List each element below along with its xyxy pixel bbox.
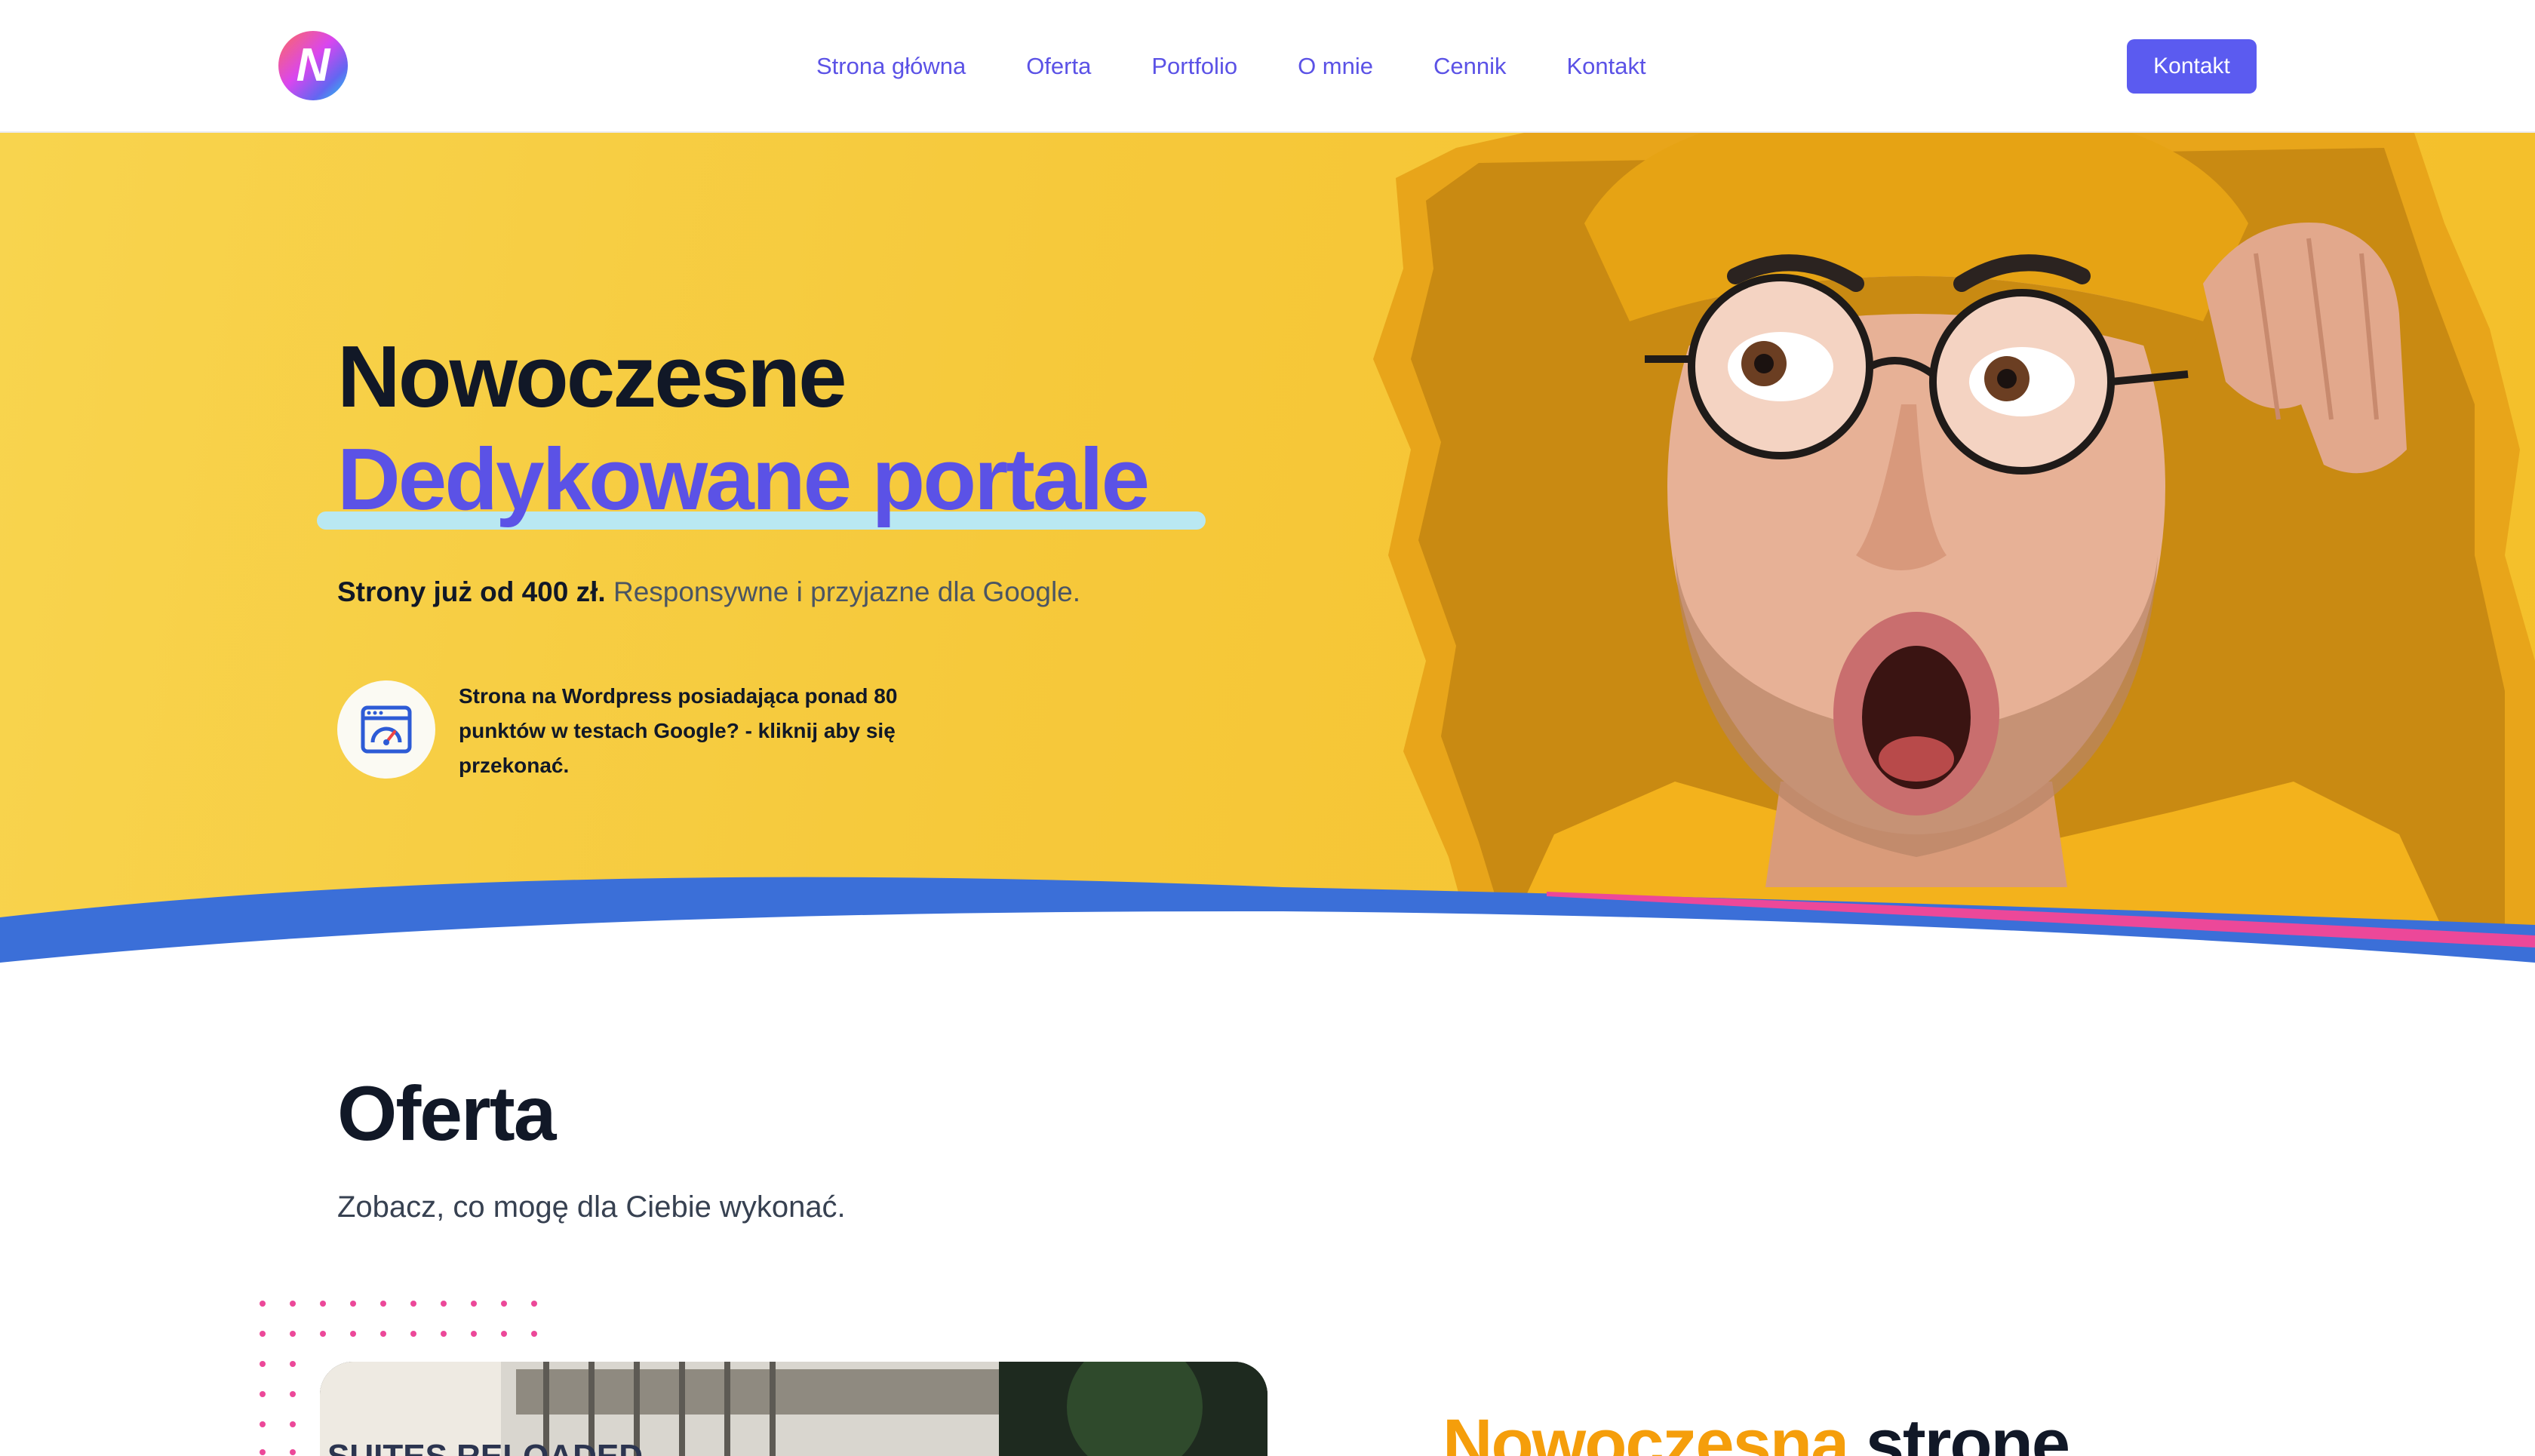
hero-title-line2: Dedykowane portale (337, 430, 1150, 528)
hero-subtitle-description: Responsywne i przyjazne dla Google. (613, 576, 1081, 607)
offer-title: Oferta (337, 1070, 556, 1157)
logo[interactable]: N (278, 31, 348, 100)
hero-wave-divider (0, 877, 2535, 970)
hero-subtitle: Strony już od 400 zł. Responsywne i przy… (337, 576, 1080, 608)
offer-photo-text: SUITES RELOADED (327, 1438, 643, 1456)
hero-section: Nowoczesne Dedykowane portale Strony już… (0, 133, 2535, 966)
nav-link-contact[interactable]: Kontakt (1567, 53, 1646, 80)
nav-link-portfolio[interactable]: Portfolio (1151, 53, 1237, 80)
hero-photo-surprised-man (1373, 133, 2535, 966)
hero-subtitle-price: Strony już od 400 zł. (337, 576, 606, 607)
site-header: N Strona główna Oferta Portfolio O mnie … (0, 0, 2535, 133)
nav-link-pricing[interactable]: Cennik (1433, 53, 1507, 80)
contact-button[interactable]: Kontakt (2127, 39, 2257, 94)
logo-letter: N (296, 39, 330, 91)
speed-badge-text[interactable]: Strona na Wordpress posiadająca ponad 80… (459, 679, 942, 783)
offer-heading-rest: strone (1865, 1405, 2070, 1456)
offer-photo: SUITES RELOADED (320, 1362, 1268, 1456)
offer-subtitle: Zobacz, co mogę dla Ciebie wykonać. (337, 1190, 846, 1224)
hero-title-line1: Nowoczesne (337, 327, 847, 425)
speed-gauge-browser-icon (361, 705, 412, 754)
offer-heading-accent: Nowoczesna (1443, 1405, 1849, 1456)
offer-service-heading: Nowoczesna strone (1443, 1405, 2070, 1456)
nav-link-home[interactable]: Strona główna (816, 53, 966, 80)
speed-badge[interactable] (337, 680, 435, 779)
nav-link-about[interactable]: O mnie (1298, 53, 1373, 80)
main-nav: Strona główna Oferta Portfolio O mnie Ce… (816, 50, 1707, 83)
offer-photo-scene: SUITES RELOADED (320, 1362, 1268, 1456)
nav-link-offer[interactable]: Oferta (1026, 53, 1091, 80)
